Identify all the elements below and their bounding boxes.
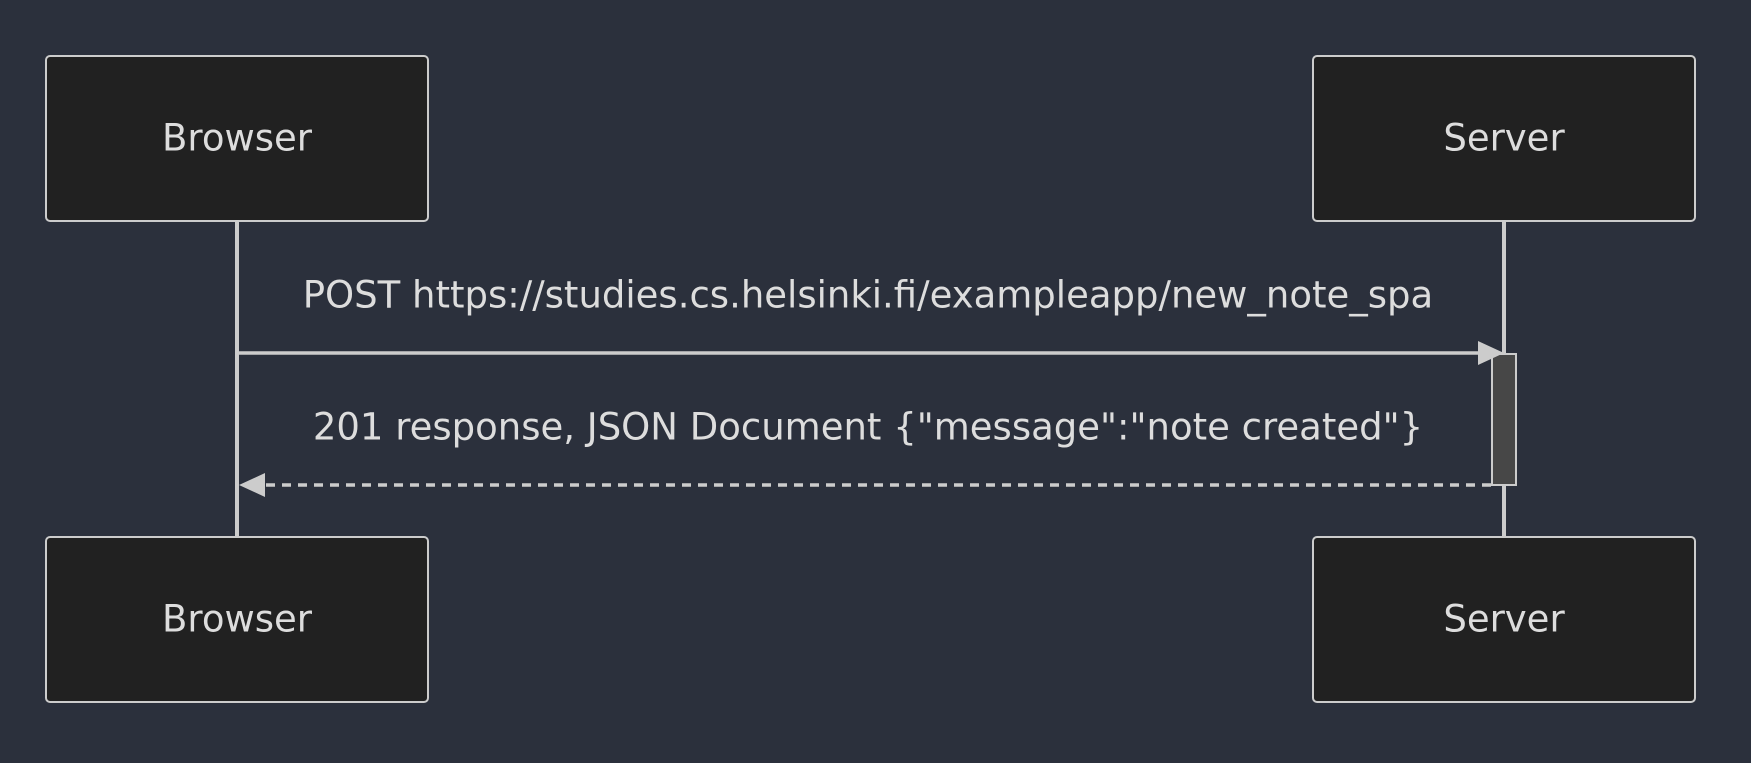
- actor-label: Server: [1443, 117, 1565, 160]
- actor-browser-top: Browser: [45, 55, 429, 222]
- actor-browser-bottom: Browser: [45, 536, 429, 703]
- arrowhead-left-icon: [239, 473, 265, 497]
- message-post-request: POST https://studies.cs.helsinki.fi/exam…: [239, 274, 1504, 365]
- sequence-diagram: Browser Server POST https://studies.cs.h…: [45, 55, 1696, 703]
- server-activation: [1491, 353, 1517, 486]
- message-201-response: 201 response, JSON Document {"message":"…: [239, 406, 1491, 497]
- message-label: 201 response, JSON Document {"message":"…: [313, 406, 1423, 449]
- actor-server-top: Server: [1312, 55, 1696, 222]
- message-label: POST https://studies.cs.helsinki.fi/exam…: [303, 274, 1433, 317]
- actor-label: Browser: [162, 598, 313, 641]
- actor-server-bottom: Server: [1312, 536, 1696, 703]
- actor-label: Browser: [162, 117, 313, 160]
- actor-label: Server: [1443, 598, 1565, 641]
